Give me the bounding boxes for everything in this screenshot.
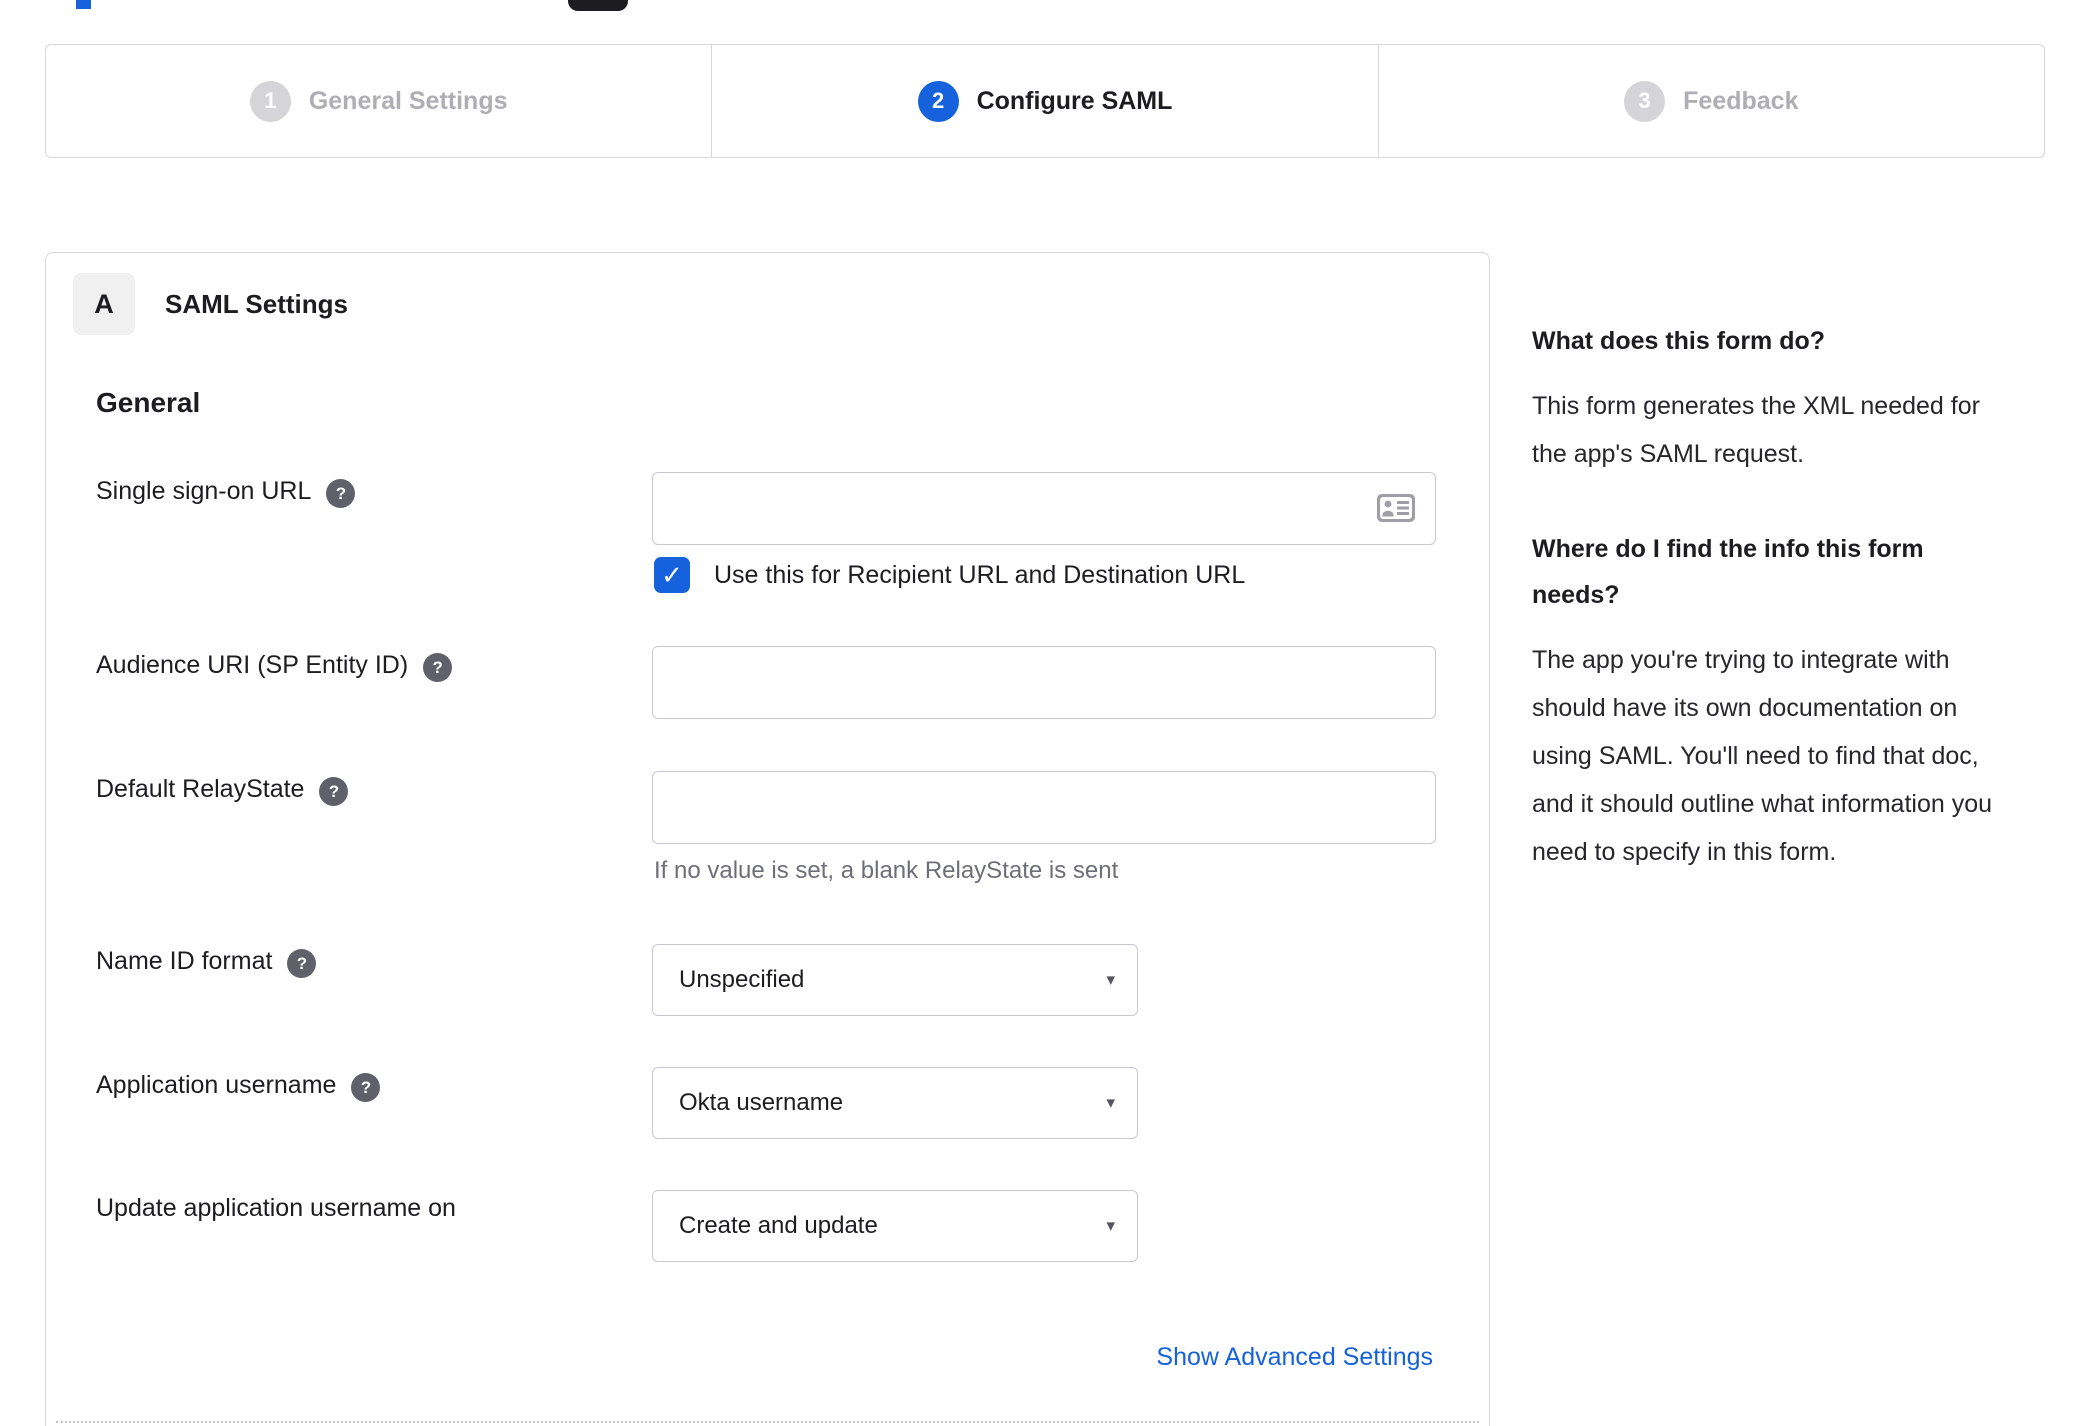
sidebar-heading-what: What does this form do? [1532, 327, 1826, 355]
audience-uri-label-row: Audience URI (SP Entity ID) ? [96, 651, 453, 682]
step-feedback[interactable]: 3 Feedback [1377, 45, 2044, 157]
update-username-select[interactable]: Create and update ▾ [652, 1190, 1138, 1262]
step-number-badge: 2 [917, 80, 959, 122]
audience-uri-label: Audience URI (SP Entity ID) [96, 651, 409, 679]
contact-card-icon[interactable] [1376, 493, 1416, 523]
step-label: Feedback [1683, 86, 1799, 115]
help-icon[interactable]: ? [423, 653, 453, 682]
name-id-format-select[interactable]: Unspecified ▾ [652, 944, 1138, 1016]
app-username-label-row: Application username ? [96, 1071, 381, 1102]
help-icon[interactable]: ? [326, 479, 356, 508]
sso-url-input[interactable] [652, 472, 1436, 545]
recipient-url-checkbox-row: ✓ Use this for Recipient URL and Destina… [654, 557, 1245, 593]
help-icon[interactable]: ? [287, 949, 317, 978]
saml-settings-card: A SAML Settings General Single sign-on U… [45, 252, 1490, 1426]
sso-url-label: Single sign-on URL [96, 477, 312, 505]
section-divider [56, 1421, 1479, 1423]
chevron-down-icon: ▾ [1106, 970, 1115, 989]
wizard-stepper: 1 General Settings 2 Configure SAML 3 Fe… [45, 44, 2045, 158]
clipped-title-artifact [568, 0, 628, 11]
sidebar-paragraph-what: This form generates the XML needed for t… [1532, 392, 1980, 468]
relaystate-input[interactable] [652, 771, 1436, 844]
step-label: Configure SAML [976, 86, 1173, 115]
sidebar-paragraph-where: The app you're trying to integrate with … [1532, 646, 1993, 866]
show-advanced-settings-link[interactable]: Show Advanced Settings [1156, 1343, 1433, 1372]
saml-configuration-page: 1 General Settings 2 Configure SAML 3 Fe… [0, 0, 2092, 1426]
step-configure-saml[interactable]: 2 Configure SAML [711, 45, 1377, 157]
app-username-value: Okta username [679, 1089, 844, 1116]
audience-uri-input[interactable] [652, 646, 1436, 719]
recipient-url-checkbox[interactable]: ✓ [654, 557, 690, 593]
name-id-format-value: Unspecified [679, 966, 805, 993]
update-username-label: Update application username on [96, 1194, 456, 1222]
relaystate-label-row: Default RelayState ? [96, 775, 349, 806]
section-a-badge: A [73, 273, 135, 335]
step-label: General Settings [308, 86, 508, 115]
chevron-down-icon: ▾ [1106, 1216, 1115, 1235]
help-icon[interactable]: ? [351, 1073, 381, 1102]
chevron-down-icon: ▾ [1106, 1093, 1115, 1112]
step-general-settings[interactable]: 1 General Settings [46, 45, 711, 157]
general-group-heading: General [96, 387, 201, 418]
name-id-format-label-row: Name ID format ? [96, 947, 317, 978]
relaystate-helper-text: If no value is set, a blank RelayState i… [654, 857, 1119, 884]
app-username-select[interactable]: Okta username ▾ [652, 1067, 1138, 1139]
step-number-badge: 1 [249, 80, 291, 122]
section-title: SAML Settings [165, 289, 348, 319]
help-sidebar: What does this form do? This form genera… [1532, 318, 2072, 924]
update-username-label-row: Update application username on [96, 1194, 456, 1223]
sso-url-label-row: Single sign-on URL ? [96, 477, 356, 508]
update-username-value: Create and update [679, 1212, 878, 1239]
clipped-header-artifact [76, 0, 91, 9]
relaystate-label: Default RelayState [96, 775, 305, 803]
sidebar-heading-where: Where do I find the info this form needs… [1532, 535, 1924, 609]
app-username-label: Application username [96, 1071, 337, 1099]
name-id-format-label: Name ID format [96, 947, 273, 975]
step-number-badge: 3 [1624, 80, 1666, 122]
recipient-url-checkbox-label: Use this for Recipient URL and Destinati… [714, 560, 1246, 589]
help-icon[interactable]: ? [319, 777, 349, 806]
